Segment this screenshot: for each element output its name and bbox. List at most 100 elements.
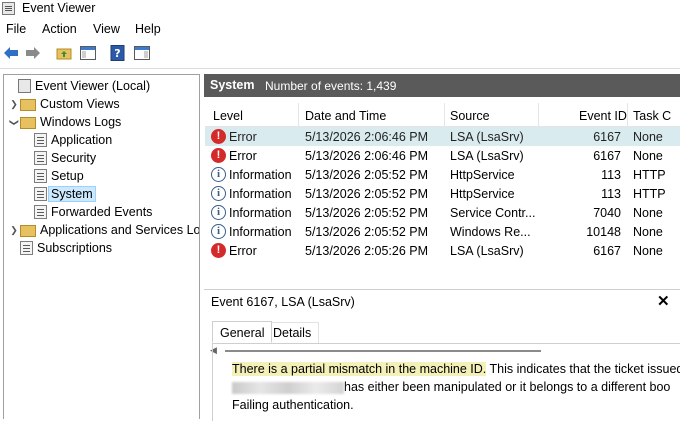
log-icon (34, 169, 47, 183)
cell-task-category: HTTP (633, 168, 666, 182)
cell-level: Information (229, 206, 292, 220)
tree-item-system[interactable]: System (34, 185, 96, 203)
table-row[interactable]: ! Error 5/13/2026 2:05:26 PM LSA (LsaSrv) 61… (205, 241, 680, 260)
tab-details[interactable]: Details (266, 322, 320, 343)
close-icon[interactable]: ✕ (657, 292, 670, 310)
cell-source: LSA (LsaSrv) (450, 149, 524, 163)
event-viewer-icon (18, 79, 31, 93)
tree-item-forwarded-events[interactable]: Forwarded Events (34, 203, 152, 221)
log-header: System Number of events: 1,439 (204, 74, 680, 97)
folder-icon (20, 225, 36, 237)
information-icon: i (211, 224, 226, 239)
log-icon (34, 133, 47, 147)
table-row[interactable]: ! Error 5/13/2026 2:06:46 PM LSA (LsaSrv) 61… (205, 127, 680, 146)
cell-task-category: None (633, 225, 663, 239)
redacted-text (232, 381, 344, 394)
tree-item-subscriptions[interactable]: Subscriptions (8, 239, 112, 257)
cell-level: Error (229, 149, 257, 163)
log-icon (34, 205, 47, 219)
cell-source: LSA (LsaSrv) (450, 130, 524, 144)
cell-date-time: 5/13/2026 2:06:46 PM (305, 130, 429, 144)
column-event-id[interactable]: Event ID (579, 109, 627, 123)
cell-source: Service Contr... (450, 206, 536, 220)
toolbar: ? (0, 40, 680, 69)
folder-up-icon[interactable] (55, 44, 73, 62)
column-source[interactable]: Source (450, 109, 490, 123)
cell-source: Windows Re... (450, 225, 531, 239)
table-row[interactable]: i Information 5/13/2026 2:05:52 PM Service … (205, 203, 680, 222)
folder-icon (20, 99, 36, 111)
tree-item-windows-logs[interactable]: ❯ Windows Logs (8, 113, 121, 131)
cell-source: HttpService (450, 168, 515, 182)
window-title: Event Viewer (22, 1, 96, 15)
help-icon[interactable]: ? (109, 44, 127, 62)
cell-task-category: None (633, 244, 663, 258)
cell-level: Error (229, 130, 257, 144)
chevron-down-icon[interactable]: ❯ (9, 116, 20, 128)
table-row[interactable]: i Information 5/13/2026 2:05:52 PM Windows … (205, 222, 680, 241)
cell-level: Information (229, 225, 292, 239)
show-hide-tree-icon[interactable] (79, 44, 97, 62)
menu-action[interactable]: Action (42, 22, 77, 36)
event-viewer-app-icon (2, 2, 15, 15)
forward-arrow-icon[interactable] (24, 44, 42, 62)
menu-view[interactable]: View (93, 22, 120, 36)
cell-level: Error (229, 244, 257, 258)
folder-icon (20, 117, 36, 129)
cell-event-id: 6167 (593, 244, 621, 258)
column-level[interactable]: Level (213, 109, 243, 123)
show-hide-action-pane-icon[interactable] (133, 44, 151, 62)
subscriptions-icon (20, 241, 33, 255)
cell-event-id: 113 (601, 187, 621, 201)
tree-item-root[interactable]: Event Viewer (Local) (6, 77, 150, 95)
cell-date-time: 5/13/2026 2:05:26 PM (305, 244, 429, 258)
column-date-time[interactable]: Date and Time (305, 109, 386, 123)
information-icon: i (211, 186, 226, 201)
cell-task-category: None (633, 149, 663, 163)
cell-event-id: 6167 (593, 149, 621, 163)
chevron-right-icon[interactable]: ❯ (8, 99, 20, 110)
error-icon: ! (211, 243, 226, 258)
information-icon: i (211, 167, 226, 182)
event-detail-title: Event 6167, LSA (LsaSrv) (211, 295, 355, 309)
event-description: There is a partial mismatch in the machi… (232, 362, 680, 412)
cell-event-id: 10148 (586, 225, 621, 239)
cell-source: LSA (LsaSrv) (450, 244, 524, 258)
table-row[interactable]: i Information 5/13/2026 2:05:52 PM HttpServ… (205, 165, 680, 184)
error-icon: ! (211, 148, 226, 163)
table-row[interactable]: i Information 5/13/2026 2:05:52 PM HttpServ… (205, 184, 680, 203)
menu-file[interactable]: File (6, 22, 26, 36)
tree-item-custom-views[interactable]: ❯ Custom Views (8, 95, 120, 113)
navigation-tree: Event Viewer (Local) ❯ Custom Views ❯ Wi… (3, 74, 200, 419)
tree-item-security[interactable]: Security (34, 149, 96, 167)
chevron-right-icon[interactable]: ❯ (8, 225, 20, 236)
tab-general[interactable]: General (212, 321, 273, 343)
back-arrow-icon[interactable] (2, 44, 20, 62)
log-icon (34, 151, 47, 165)
menu-bar: File Action View Help (0, 19, 680, 39)
log-icon (34, 187, 47, 201)
information-icon: i (211, 205, 226, 220)
column-task-category[interactable]: Task C (633, 109, 671, 123)
cell-date-time: 5/13/2026 2:06:46 PM (305, 149, 429, 163)
cell-level: Information (229, 168, 292, 182)
log-name: System (210, 78, 255, 92)
menu-help[interactable]: Help (135, 22, 161, 36)
tree-item-apps-services[interactable]: ❯ Applications and Services Lo (8, 221, 199, 239)
cell-event-id: 113 (601, 168, 621, 182)
cell-event-id: 7040 (593, 206, 621, 220)
svg-text:?: ? (114, 47, 120, 60)
cell-task-category: None (633, 206, 663, 220)
cell-event-id: 6167 (593, 130, 621, 144)
cell-date-time: 5/13/2026 2:05:52 PM (305, 225, 429, 239)
tree-item-application[interactable]: Application (34, 131, 112, 149)
cell-level: Information (229, 187, 292, 201)
tree-item-setup[interactable]: Setup (34, 167, 84, 185)
description-highlight: There is a partial mismatch in the machi… (232, 362, 487, 376)
table-row[interactable]: ! Error 5/13/2026 2:06:46 PM LSA (LsaSrv) 61… (205, 146, 680, 165)
cell-date-time: 5/13/2026 2:05:52 PM (305, 168, 429, 182)
event-count: Number of events: 1,439 (265, 79, 397, 93)
grid-header: Level Date and Time Source Event ID Task… (205, 103, 680, 127)
cell-date-time: 5/13/2026 2:05:52 PM (305, 206, 429, 220)
cell-source: HttpService (450, 187, 515, 201)
